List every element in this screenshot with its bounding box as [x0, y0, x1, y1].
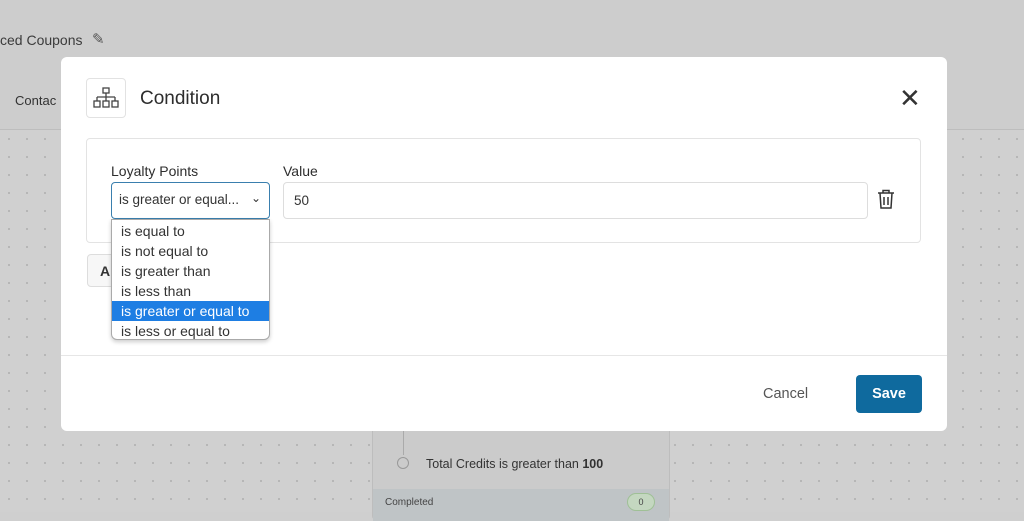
- value-input[interactable]: 50: [283, 182, 868, 219]
- dropdown-option[interactable]: is equal to: [112, 221, 269, 241]
- sitemap-icon: [86, 78, 126, 118]
- trash-icon[interactable]: [877, 189, 895, 214]
- save-button[interactable]: Save: [856, 375, 922, 413]
- footer-divider: [61, 355, 947, 356]
- value-label: Value: [283, 163, 318, 179]
- node-status: Completed: [385, 497, 434, 508]
- dropdown-option[interactable]: is greater than: [112, 261, 269, 281]
- tab-contacts[interactable]: Contac: [15, 93, 56, 108]
- operator-dropdown-list: is equal to is not equal to is greater t…: [111, 219, 270, 340]
- dropdown-option-selected[interactable]: is greater or equal to: [112, 301, 269, 321]
- edit-pencil-icon[interactable]: ✎: [92, 30, 105, 48]
- condition-node-card[interactable]: Total Credits is greater than 100 Comple…: [372, 420, 670, 521]
- node-condition-text: Total Credits is greater than 100: [426, 457, 604, 471]
- dropdown-option[interactable]: is less than: [112, 281, 269, 301]
- modal-title: Condition: [140, 88, 221, 109]
- dropdown-option[interactable]: is less or equal to: [112, 321, 269, 341]
- field-label: Loyalty Points: [111, 163, 199, 179]
- automation-title: ced Coupons: [0, 32, 83, 48]
- dropdown-option[interactable]: is not equal to: [112, 241, 269, 261]
- completed-count-badge: 0: [627, 493, 655, 511]
- radio-circle-icon: [397, 457, 409, 469]
- cancel-button[interactable]: Cancel: [763, 386, 808, 402]
- operator-select[interactable]: is greater or equal... ⌄: [111, 182, 270, 219]
- chevron-down-icon: ⌄: [250, 191, 261, 205]
- close-icon[interactable]: ✕: [899, 85, 921, 111]
- node-footer: Completed 0: [373, 489, 669, 521]
- operator-selected-text: is greater or equal...: [119, 192, 240, 207]
